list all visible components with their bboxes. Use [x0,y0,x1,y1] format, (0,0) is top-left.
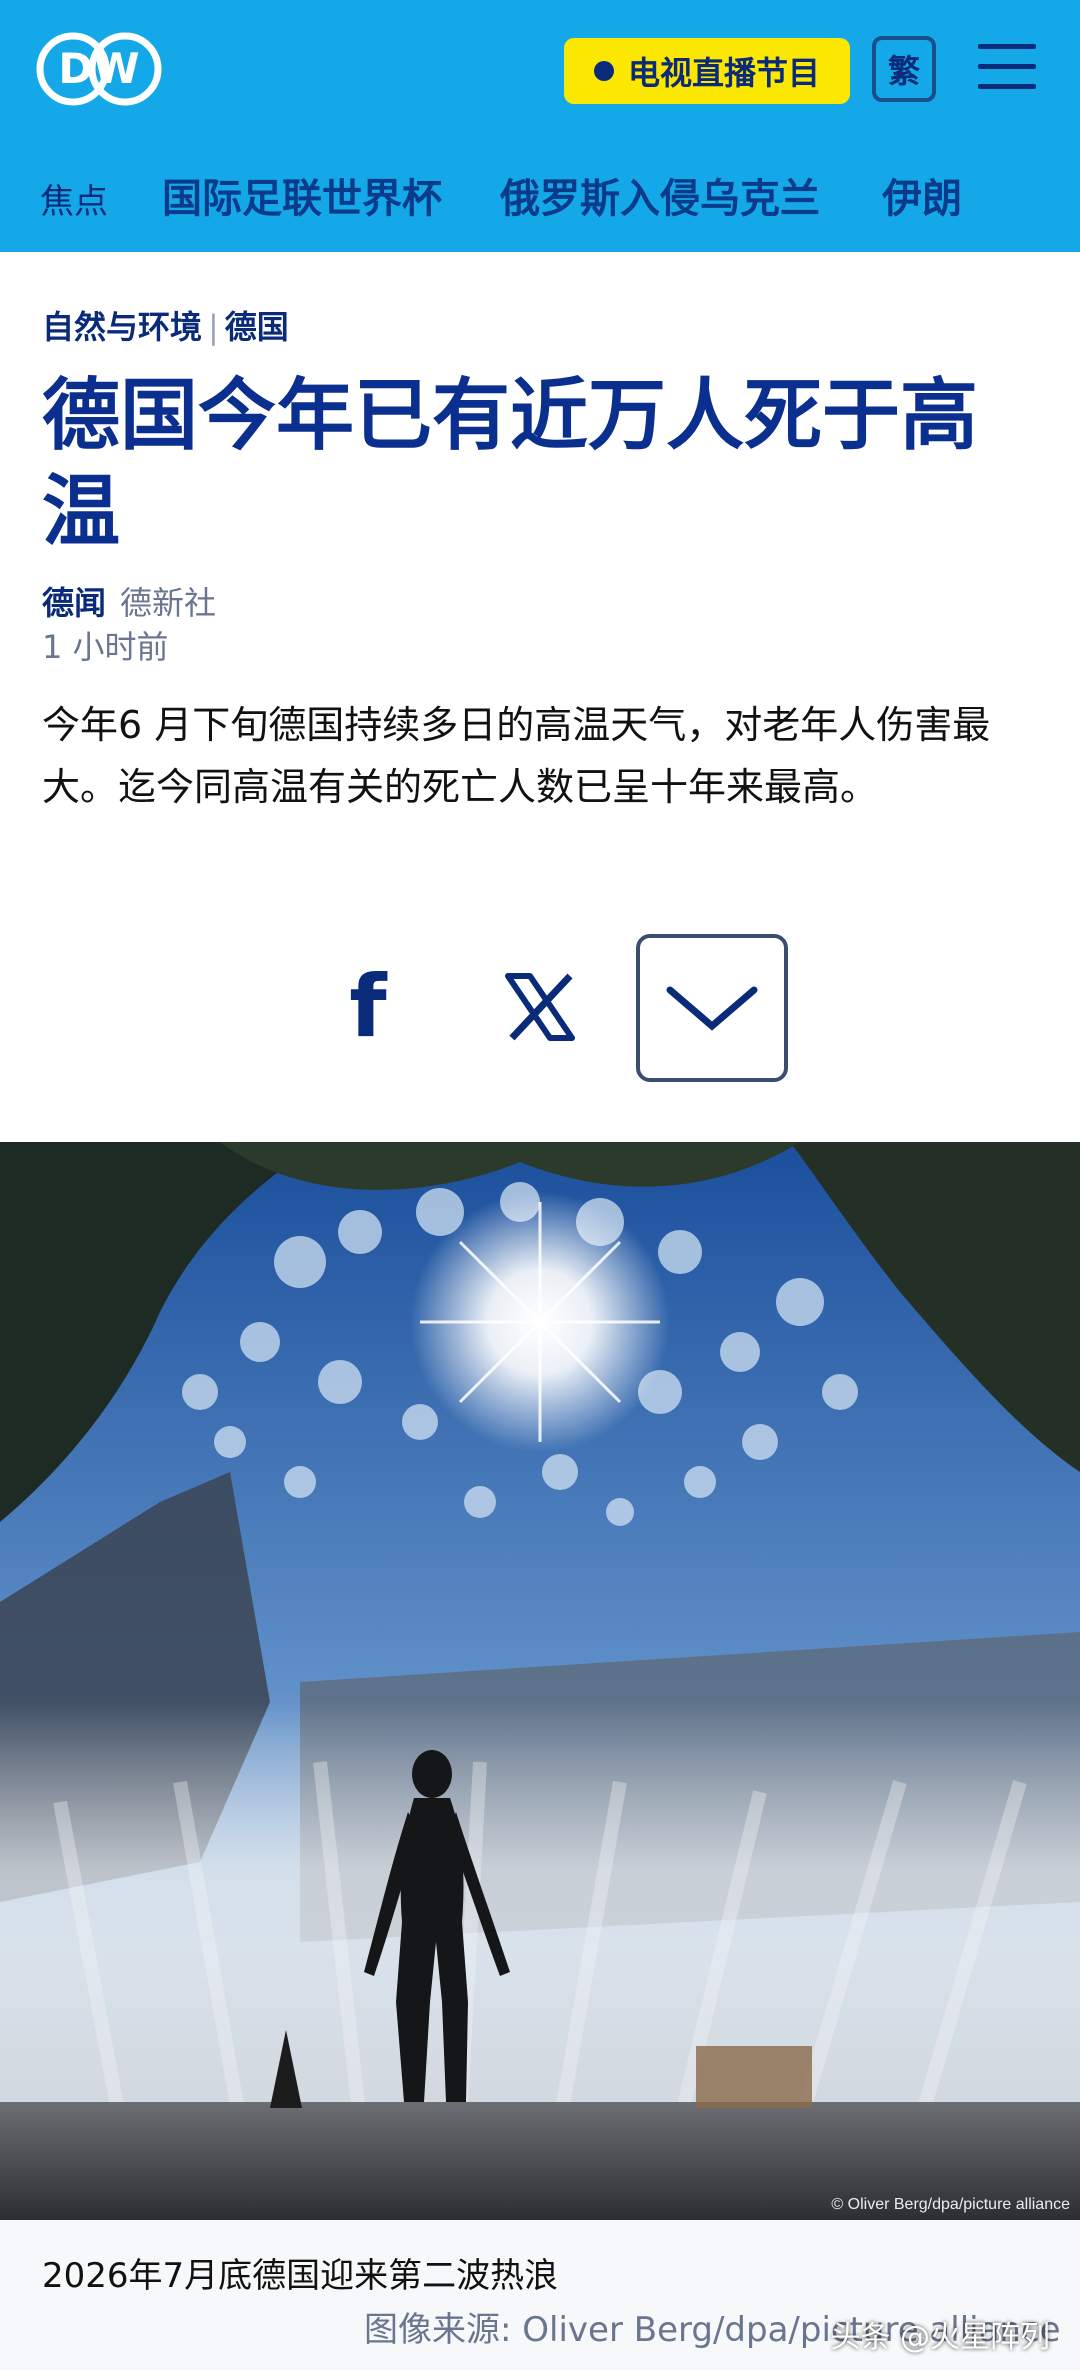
region-link[interactable]: 德国 [225,308,289,346]
nav-item-ukraine[interactable]: 俄罗斯入侵乌克兰 [500,166,820,224]
live-tv-button[interactable]: 电视直播节目 [564,38,850,104]
heatwave-photo-illustration [0,1142,1080,2220]
breadcrumb-separator: | [208,308,219,346]
dw-logo[interactable]: DW [36,32,162,106]
article-lead: 今年6 月下旬德国持续多日的高温天气，对老年人伤害最大。迄今同高温有关的死亡人数… [42,703,991,809]
platform-watermark: 头条 @火星阵列 [830,2320,1050,2355]
photo-caption-area: 2026年7月底德国迎来第二波热浪 图像来源: Oliver Berg/dpa/… [0,2220,1080,2370]
article-title: 德国今年已有近万人死于高温 [42,371,979,557]
chevron-down-icon [666,986,758,1031]
site-header: DW 电视直播节目 繁 焦点 国际足联世界杯 俄罗斯入侵乌克兰 伊朗 [0,0,1080,252]
live-tv-label: 电视直播节目 [627,54,820,92]
facebook-share-icon[interactable]: f [336,957,400,1057]
photo-caption: 2026年7月底德国迎来第二波热浪 [42,2256,559,2296]
live-dot-icon [593,61,614,81]
source-outlet: 德闻 [42,584,107,622]
topic-nav: 焦点 国际足联世界杯 俄罗斯入侵乌克兰 伊朗 [0,160,1080,224]
photo-overlay-credit: © Oliver Berg/dpa/picture alliance [831,2196,1070,2213]
category-link[interactable]: 自然与环境 [42,308,202,346]
logo-text: DW [58,44,139,93]
article-photo: © Oliver Berg/dpa/picture alliance [0,1142,1080,2220]
publish-time: 1 小时前 [42,628,169,666]
source-agency: 德新社 [120,584,217,622]
share-more-button[interactable] [636,934,788,1082]
nav-focus-label: 焦点 [40,182,108,222]
nav-item-world-cup[interactable]: 国际足联世界杯 [162,166,442,224]
hamburger-menu-icon[interactable] [978,42,1038,92]
article-source: 德闻 德新社 [42,578,216,624]
x-share-icon[interactable] [500,962,580,1052]
nav-item-iran[interactable]: 伊朗 [882,166,962,224]
traditional-chinese-button[interactable]: 繁 [872,36,936,102]
breadcrumb: 自然与环境 | 德国 [42,302,289,348]
